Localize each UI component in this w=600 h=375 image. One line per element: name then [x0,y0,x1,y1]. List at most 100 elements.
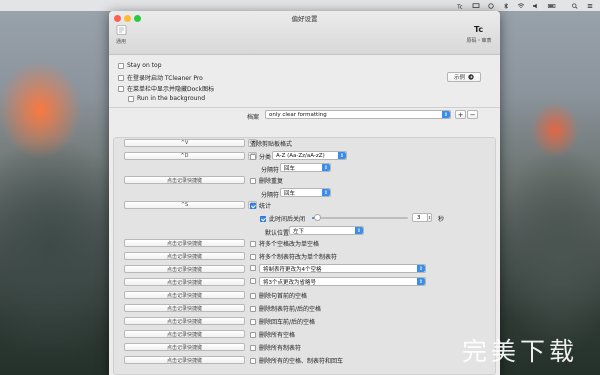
example-button-label: 示例 [453,75,465,81]
volume-icon[interactable] [532,3,540,9]
trim-tabs-option[interactable]: 删除制表符前/后的空格 [250,304,321,313]
run-background-option[interactable]: Run in the background [128,95,205,102]
add-profile-label: + [457,110,464,119]
launch-at-login-label: 在登录时启动 TCleaner Pro [127,75,203,82]
auto-close-option[interactable]: 此时间后关闭 [260,214,305,223]
remove-all-label: 删除所有的空格、制表符和回车 [259,358,344,365]
dedupe-checkbox[interactable] [250,177,256,184]
auto-close-value-field[interactable]: 3 [412,213,428,222]
separator-select[interactable]: 回车 ⇕ [280,188,331,197]
add-profile-button[interactable]: + [455,110,466,119]
trim-returns-checkbox[interactable] [250,318,256,325]
sort-checkbox[interactable] [250,153,256,160]
separator-select[interactable]: 回车 ⇕ [280,163,331,172]
remove-spaces-option[interactable]: 删除所有空格 [250,330,295,339]
tcleaner-menu-icon[interactable]: Tc [457,3,465,9]
remove-all-checkbox[interactable] [250,357,256,364]
list-icon[interactable] [586,3,594,9]
remove-tabs-checkbox[interactable] [250,344,256,351]
profile-select[interactable]: only clear formatting ⇕ [265,110,451,119]
dedupe-option[interactable]: 删除重复 [250,176,283,185]
remove-profile-button[interactable]: − [467,110,478,119]
auto-close-checkbox[interactable] [260,215,266,222]
auto-close-slider[interactable] [312,214,408,221]
record-hotkey-button[interactable]: 点击记录快捷键 [124,252,245,260]
sort-option[interactable]: 分类 [250,152,271,161]
record-hotkey-button[interactable]: 点击记录快捷键 [124,239,245,247]
dots-checkbox[interactable] [250,278,256,284]
trim-leading-checkbox[interactable] [250,292,256,299]
record-hotkey-button[interactable]: 点击记录快捷键 [124,176,245,184]
sort-label: 分类 [259,154,272,161]
trim-leading-option[interactable]: 删除句首前的空格 [250,291,307,300]
battery-icon[interactable] [547,3,557,9]
record-hotkey-button[interactable]: 点击记录快捷键 [124,356,245,364]
separator-label: 分隔符 [261,192,280,199]
record-hotkey-button[interactable]: 点击记录快捷键 [124,265,245,273]
screen-icon[interactable] [472,2,480,9]
record-hotkey-button[interactable]: 点击记录快捷键 [124,330,245,338]
record-hotkey-button[interactable]: 点击记录快捷键 [124,278,245,286]
hide-dock-option[interactable]: 在菜单栏中显示并隐藏Dock图标 [118,84,214,93]
wifi-icon[interactable] [517,2,525,9]
chevron-updown-icon: ⇕ [417,265,425,272]
default-position-label: 默认位置 [265,230,290,237]
options-panel: ^V ⌫ 清除剪贴板格式 ^D ⌫ 分类 A-Z (Aa-Zz/aA-zZ)⇕ … [113,137,496,375]
multi-tab-checkbox[interactable] [250,253,256,260]
hide-dock-label: 在菜单栏中显示并隐藏Dock图标 [127,86,215,93]
record-hotkey-label: 点击记录快捷键 [166,357,202,364]
stay-on-top-option[interactable]: Stay on top [118,62,162,69]
hide-dock-checkbox[interactable] [118,85,124,92]
search-icon[interactable] [571,2,579,9]
hotkey-field[interactable]: ^V [124,139,245,147]
stats-checkbox[interactable] [250,202,256,209]
remove-profile-label: − [469,110,476,119]
multi-space-checkbox[interactable] [250,240,256,247]
source-review-tab[interactable]: Tc 原码・审表 [462,24,496,44]
record-hotkey-button[interactable]: 点击记录快捷键 [124,304,245,312]
position-select[interactable]: 左下 ⇕ [289,226,364,235]
chevron-updown-icon: ⇕ [322,164,330,171]
dots-option[interactable] [250,278,259,284]
tab-to-space-select[interactable]: 将制表符更改为4个空格 ⇕ [259,264,426,273]
tab-to-space-checkbox[interactable] [250,265,256,271]
multi-space-option[interactable]: 将多个空格改为单空格 [250,239,319,248]
launch-at-login-option[interactable]: 在登录时启动 TCleaner Pro [118,73,203,82]
source-review-tab-label: 原码・审表 [466,38,492,44]
record-hotkey-label: 点击记录快捷键 [166,292,202,299]
trim-tabs-checkbox[interactable] [250,305,256,312]
watermark-logo: 完美下载 [462,337,579,366]
remove-all-option[interactable]: 删除所有的空格、制表符和回车 [250,356,343,365]
remove-tabs-option[interactable]: 删除所有制表符 [250,343,301,352]
record-hotkey-label: 点击记录快捷键 [166,279,202,286]
clear-format-option: 清除剪贴板格式 [250,139,292,148]
hotkey-value: ^S [180,202,189,208]
remove-spaces-checkbox[interactable] [250,331,256,338]
bluetooth-icon[interactable] [502,2,510,9]
multi-tab-option[interactable]: 将多个制表符改为单个制表符 [250,252,337,261]
hotkey-field[interactable]: ^S [124,201,245,209]
slider-knob[interactable] [313,214,321,221]
auto-close-stepper[interactable]: ⇕ [427,213,432,222]
launch-at-login-checkbox[interactable] [118,74,124,81]
tab-to-space-option[interactable] [250,265,259,271]
sort-select[interactable]: A-Z (Aa-Zz/aA-zZ) ⇕ [272,151,347,160]
timemachine-icon[interactable] [487,2,495,9]
dots-select[interactable]: 将3个点更改为省略号 ⇕ [259,277,426,286]
general-tab[interactable]: 通用 [113,25,129,45]
hotkey-field[interactable]: ^D [124,152,245,160]
trim-returns-option[interactable]: 删除回车前/后的空格 [250,317,315,326]
clear-format-label: 清除剪贴板格式 [250,141,293,148]
record-hotkey-button[interactable]: 点击记录快捷键 [124,343,245,351]
separator-label: 分隔符 [261,167,280,174]
stay-on-top-checkbox[interactable] [118,62,124,69]
stats-label: 统计 [259,203,272,210]
record-hotkey-button[interactable]: 点击记录快捷键 [124,317,245,325]
example-button[interactable]: 示例 [447,72,481,82]
remove-spaces-label: 删除所有空格 [259,332,296,339]
trim-returns-label: 删除回车前/后的空格 [259,319,316,326]
run-background-checkbox[interactable] [128,95,134,102]
stats-option[interactable]: 统计 [250,201,271,210]
record-hotkey-label: 点击记录快捷键 [166,331,202,338]
record-hotkey-button[interactable]: 点击记录快捷键 [124,291,245,299]
